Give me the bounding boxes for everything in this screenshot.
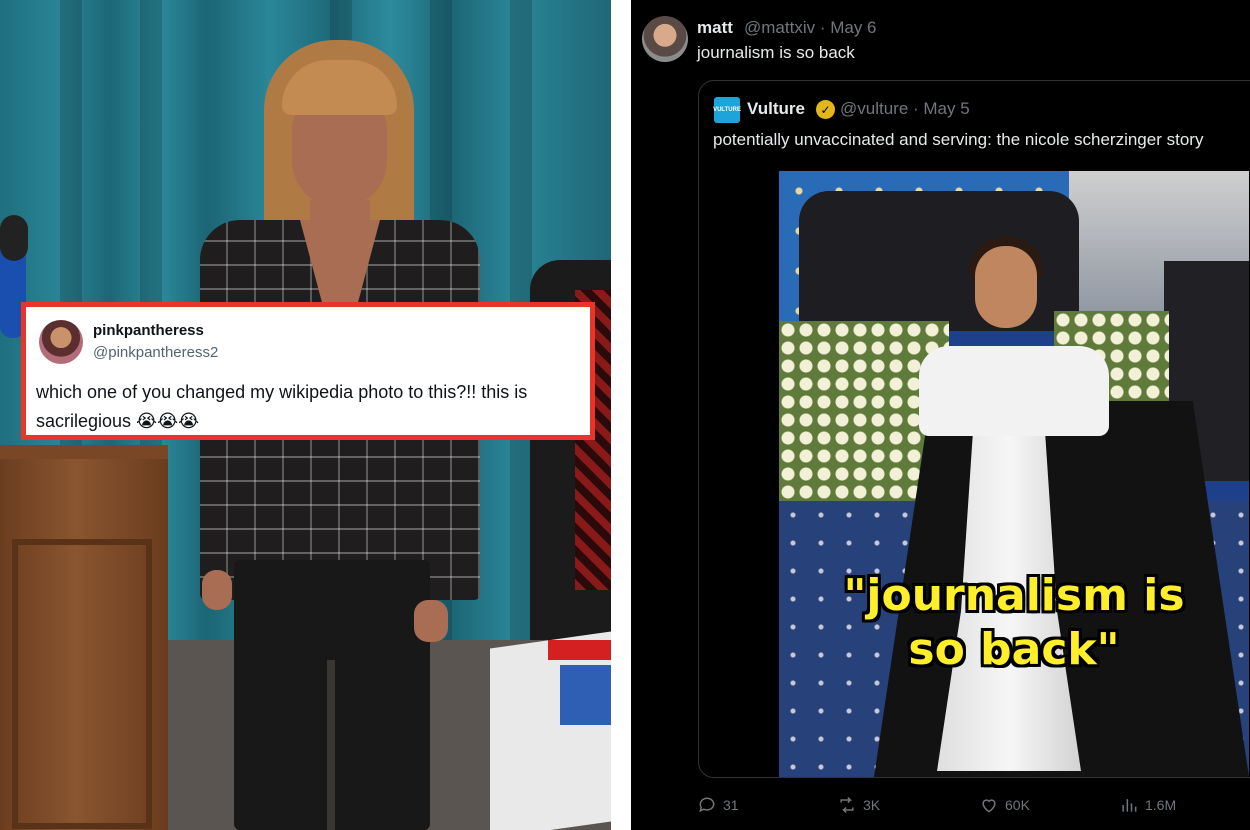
head — [975, 246, 1037, 328]
podium — [0, 445, 168, 830]
vulture-logo-icon[interactable]: VULTURE — [713, 97, 741, 123]
reply-count: 31 — [723, 797, 739, 813]
tweet-handle[interactable]: @pinkpantheress2 — [93, 344, 218, 361]
trouser-gap — [327, 660, 335, 830]
sign-box — [490, 631, 611, 830]
like-button[interactable]: 60K — [979, 795, 1030, 815]
repost-button[interactable]: 3K — [837, 795, 880, 815]
like-count: 60K — [1005, 797, 1030, 813]
white-collar — [919, 346, 1109, 436]
heart-icon — [982, 799, 996, 813]
sign-blue-panel — [560, 665, 611, 725]
tweet-action-bar: 31 3K 60K 1.6M — [631, 790, 1250, 820]
reply-button[interactable]: 31 — [697, 795, 739, 815]
avatar[interactable] — [39, 320, 83, 364]
sign-stripe — [548, 640, 611, 660]
quoted-tweet-card[interactable]: VULTURE Vulture ✓ @vulture · May 5 poten… — [698, 80, 1250, 778]
left-photo-panel: pinkpantheress @pinkpantheress2 which on… — [0, 0, 611, 830]
quoted-display-name[interactable]: Vulture — [747, 99, 805, 119]
reply-icon — [699, 797, 715, 813]
quoted-tweet-text: potentially unvaccinated and serving: th… — [713, 130, 1204, 149]
tweet-text: journalism is so back — [697, 43, 855, 62]
views-button[interactable]: 1.6M — [1119, 795, 1176, 815]
quoted-tweet-image[interactable]: "journalism is so back" — [779, 171, 1249, 777]
avatar[interactable] — [642, 16, 688, 62]
panel-divider — [611, 0, 631, 830]
views-count: 1.6M — [1145, 797, 1177, 813]
tweet-text: which one of you changed my wikipedia ph… — [36, 382, 528, 431]
right-tweet-panel: matt @mattxiv · May 6 journalism is so b… — [631, 0, 1250, 830]
quoted-handle-date[interactable]: @vulture · May 5 — [840, 99, 970, 119]
tweet-handle-date[interactable]: @mattxiv · May 6 — [744, 18, 877, 38]
tweet-display-name[interactable]: pinkpantheress — [93, 322, 204, 339]
highlighted-tweet-card[interactable]: pinkpantheress @pinkpantheress2 which on… — [21, 302, 595, 440]
repost-count: 3K — [863, 797, 881, 813]
image-caption: "journalism is so back" — [843, 570, 1185, 675]
right-hand — [414, 600, 448, 642]
repost-icon — [840, 796, 854, 814]
views-chart-icon — [1122, 799, 1137, 812]
left-hand — [202, 570, 232, 610]
verified-badge-icon: ✓ — [816, 100, 835, 119]
tweet-display-name[interactable]: matt — [697, 18, 733, 38]
microphone-head — [0, 215, 28, 261]
podium-panel — [12, 539, 152, 829]
